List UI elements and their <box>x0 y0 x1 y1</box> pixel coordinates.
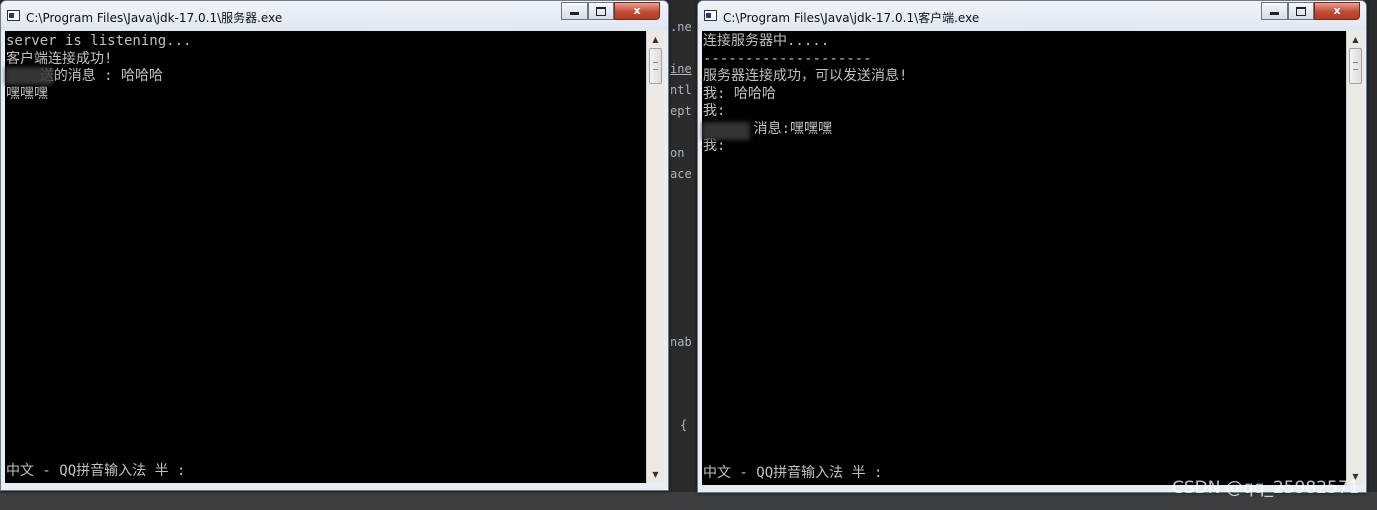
redacted-text <box>5 67 53 85</box>
scrollbar-thumb[interactable] <box>649 48 662 84</box>
client-window-title: C:\Program Files\Java\jdk-17.0.1\客户端.exe <box>723 11 980 25</box>
server-window-title: C:\Program Files\Java\jdk-17.0.1\服务器.exe <box>26 11 283 25</box>
ime-status-line: 中文 - QQ拼音输入法 半 : <box>703 465 883 481</box>
code-fragment: ine <box>670 62 692 76</box>
console-line: 我: <box>703 103 726 119</box>
console-line: 我: <box>703 138 726 154</box>
maximize-button[interactable] <box>588 2 614 20</box>
taskbar-strip <box>0 492 1377 510</box>
console-line: 客户端连接成功! <box>6 50 113 67</box>
ide-code-background: .ne ine ntl ept on ace nab { <box>668 0 698 510</box>
console-window-icon[interactable] <box>704 10 717 21</box>
code-fragment: on <box>670 146 685 160</box>
maximize-icon <box>596 7 606 16</box>
server-console-output[interactable]: server is listening... 客户端连接成功! 送的消息 : 哈… <box>5 31 646 483</box>
maximize-button[interactable] <box>1288 2 1314 20</box>
csdn-watermark: CSDN @qq_25982571 <box>1172 478 1360 498</box>
scroll-up-icon[interactable]: ▲ <box>1347 31 1364 48</box>
code-fragment: .ne <box>670 20 692 34</box>
ime-status-line: 中文 - QQ拼音输入法 半 : <box>6 463 186 479</box>
client-console-window: C:\Program Files\Java\jdk-17.0.1\客户端.exe… <box>697 0 1367 493</box>
redacted-text <box>702 122 750 140</box>
minimize-button[interactable] <box>1261 2 1288 20</box>
close-icon: x <box>1333 4 1341 17</box>
code-fragment: { <box>680 418 688 432</box>
console-line: 消息:嘿嘿嘿 <box>703 120 833 137</box>
vertical-scrollbar[interactable]: ▲ ▼ <box>1346 31 1364 485</box>
close-button[interactable]: x <box>614 2 660 20</box>
close-icon: x <box>633 4 641 17</box>
console-line: 连接服务器中..... <box>703 33 830 49</box>
console-line: 我: 哈哈哈 <box>703 85 776 102</box>
server-titlebar[interactable]: C:\Program Files\Java\jdk-17.0.1\服务器.exe… <box>1 1 668 31</box>
console-line: 送的消息 : 哈哈哈 <box>6 68 164 84</box>
server-console-window: C:\Program Files\Java\jdk-17.0.1\服务器.exe… <box>0 0 669 491</box>
console-window-icon[interactable] <box>7 10 20 21</box>
code-fragment: ntl <box>670 83 692 97</box>
scrollbar-thumb[interactable] <box>1349 48 1362 84</box>
scroll-up-icon[interactable]: ▲ <box>647 31 664 48</box>
client-console-output[interactable]: 连接服务器中..... -------------------- 服务器连接成功… <box>702 31 1347 485</box>
minimize-icon <box>1270 12 1279 15</box>
console-line: server is listening... <box>6 33 192 49</box>
maximize-icon <box>1296 7 1306 16</box>
code-fragment: ept <box>670 104 692 118</box>
code-fragment: ace <box>670 167 692 181</box>
console-line: -------------------- <box>703 50 872 67</box>
client-titlebar[interactable]: C:\Program Files\Java\jdk-17.0.1\客户端.exe… <box>698 1 1366 31</box>
code-fragment: nab <box>670 335 692 349</box>
scroll-down-icon[interactable]: ▼ <box>647 466 664 483</box>
console-line: 服务器连接成功，可以发送消息! <box>703 68 908 84</box>
console-line: 嘿嘿嘿 <box>6 85 48 102</box>
minimize-icon <box>570 12 579 15</box>
vertical-scrollbar[interactable]: ▲ ▼ <box>646 31 664 483</box>
minimize-button[interactable] <box>561 2 588 20</box>
close-button[interactable]: x <box>1314 2 1360 20</box>
